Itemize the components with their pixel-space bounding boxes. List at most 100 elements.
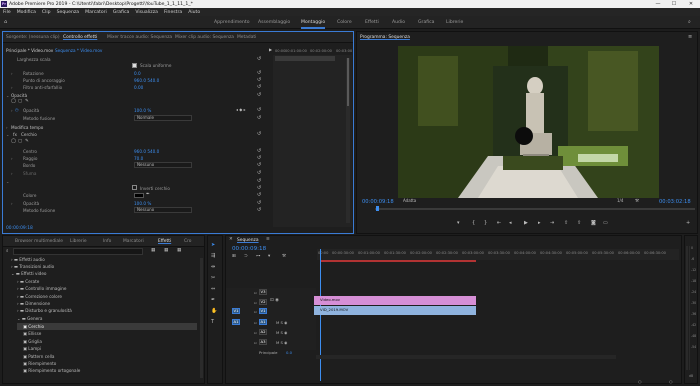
play-only-icon[interactable]: ▶	[269, 47, 272, 52]
list-item[interactable]: ▣ Riempimento	[23, 361, 56, 366]
work-area-bar[interactable]	[320, 260, 476, 262]
reset-icon[interactable]: ↺	[257, 84, 261, 90]
list-item[interactable]: ▣ Pattern cella	[23, 354, 54, 359]
stopwatch-icon[interactable]: ◷	[15, 107, 19, 112]
prop-centro-value[interactable]: 960.0 540.0	[134, 149, 159, 154]
reset-icon[interactable]: ↺	[257, 131, 261, 137]
32bit-effects-icon[interactable]: ▦	[164, 248, 168, 253]
play-icon[interactable]: ▶	[524, 220, 528, 226]
expand-opacity-row-icon[interactable]: ›	[11, 108, 13, 113]
effects-scrollbar[interactable]	[200, 258, 203, 378]
zoom-handle-icon[interactable]: ○	[638, 379, 642, 384]
reset-icon[interactable]: ↺	[257, 92, 261, 98]
list-item[interactable]: › ▬ Effetti audio	[11, 257, 45, 262]
program-playhead[interactable]	[376, 206, 379, 211]
effects-search-input[interactable]	[13, 248, 143, 255]
timeline-playhead[interactable]	[320, 249, 321, 381]
menu-clip[interactable]: Clip	[42, 10, 51, 15]
list-item[interactable]: › ▬ Disturbo e granulosità	[17, 308, 72, 313]
blend-mode-dropdown[interactable]: Normale	[134, 115, 192, 121]
eyedropper-icon[interactable]: ✒	[146, 192, 150, 197]
razor-tool-icon[interactable]: ✂	[211, 275, 215, 281]
list-item[interactable]: ⌄ ▬ Genera	[17, 316, 42, 321]
ellipse-mask-icon[interactable]: ◯	[11, 139, 16, 144]
reset-icon[interactable]: ↺	[257, 192, 261, 198]
list-item[interactable]: ▣ Riempimento ortogonale	[23, 368, 80, 373]
rect-mask-icon[interactable]: ▢	[18, 139, 22, 144]
prop-filtro-value[interactable]: 0.00	[134, 85, 143, 90]
tab-info[interactable]: Info	[103, 236, 111, 247]
reset-icon[interactable]: ↺	[257, 155, 261, 161]
reset-icon[interactable]: ↺	[257, 115, 261, 121]
rect-mask-icon[interactable]: ▢	[18, 99, 22, 104]
track-a2[interactable]: A2	[259, 329, 267, 335]
ec-scrollbar-thumb[interactable]	[347, 58, 349, 106]
yuv-effects-icon[interactable]: ▦	[177, 248, 181, 253]
close-tab-icon[interactable]: ✕	[229, 237, 233, 242]
expand-filter-icon[interactable]: ›	[11, 85, 13, 90]
extract-icon[interactable]: ⇪	[577, 220, 581, 226]
prop-opacita-value[interactable]: 100.0 %	[134, 108, 151, 113]
add-marker-icon[interactable]: ▾	[457, 220, 460, 226]
breadcrumb-master[interactable]: Principale * Video.mov	[6, 48, 53, 53]
panel-menu-icon[interactable]: ≡	[688, 34, 692, 40]
prop-ancoraggio-value[interactable]: 960.0 540.0	[134, 78, 159, 83]
clip-v1[interactable]: VID_2019.MOV	[314, 306, 476, 315]
close-button[interactable]: ✕	[683, 0, 699, 8]
add-button-icon[interactable]: +	[686, 220, 690, 226]
quality-dropdown[interactable]: 1/4	[615, 198, 629, 205]
workspace-assemblaggio[interactable]: Assemblaggio	[258, 16, 290, 29]
ec-footer-timecode[interactable]: 00:00:09:18	[6, 226, 33, 231]
tab-metadata[interactable]: Metadati	[237, 32, 256, 43]
timeline-timecode[interactable]: 00:00:09:18	[232, 246, 266, 252]
tab-effects[interactable]: Effetti	[158, 236, 171, 247]
mark-out-icon[interactable]: }	[484, 220, 487, 226]
go-to-in-icon[interactable]: ⇤	[497, 220, 501, 226]
slip-tool-icon[interactable]: ⇔	[211, 286, 215, 292]
export-frame-icon[interactable]: ◙	[591, 220, 596, 226]
track-lock-icon[interactable]: ▫	[254, 340, 257, 345]
menu-modifica[interactable]: Modifica	[17, 10, 36, 15]
reset-icon[interactable]: ↺	[257, 200, 261, 206]
zoom-handle-icon[interactable]: ○	[669, 379, 673, 384]
comparison-view-icon[interactable]: ▭	[603, 220, 608, 226]
track-lock-icon[interactable]: ▫	[254, 300, 257, 305]
menu-aiuto[interactable]: Aiuto	[188, 10, 200, 15]
minimize-button[interactable]: —	[650, 0, 666, 8]
menu-grafica[interactable]: Grafica	[113, 10, 130, 15]
list-item[interactable]: ▣ Cerchio	[23, 324, 44, 329]
keyframe-nav-icon[interactable]: ◂ ◆ ▸	[236, 107, 246, 112]
source-patch-a1[interactable]: A1	[232, 319, 240, 325]
fit-dropdown[interactable]: Adatta	[401, 198, 423, 205]
clip-v2[interactable]: Video.mov	[314, 296, 476, 305]
panel-menu-icon[interactable]: ≡	[266, 237, 270, 242]
workspace-grafica[interactable]: Grafica	[418, 16, 435, 29]
reset-icon[interactable]: ↺	[257, 107, 261, 113]
linked-selection-icon[interactable]: ⊶	[256, 254, 261, 259]
reset-icon[interactable]: ↺	[257, 56, 261, 62]
tab-libraries[interactable]: Librerie	[70, 236, 87, 247]
home-icon[interactable]: ⌂	[4, 19, 7, 25]
go-to-out-icon[interactable]: ⇥	[550, 220, 554, 226]
mute-solo-mic[interactable]: M S ◉	[276, 330, 287, 335]
list-item[interactable]: ▣ Lampi	[23, 346, 41, 351]
track-v2[interactable]: V2	[259, 299, 267, 305]
list-item[interactable]: › ▬ Transizioni audio	[11, 264, 54, 269]
workspace-colore[interactable]: Colore	[337, 16, 352, 29]
reset-icon[interactable]: ↺	[257, 162, 261, 168]
reset-icon[interactable]: ↺	[257, 178, 261, 184]
track-lock-icon[interactable]: ▫	[254, 330, 257, 335]
list-item[interactable]: › ▬ Cerate	[17, 279, 39, 284]
list-item[interactable]: ▣ Ellisse	[23, 331, 41, 336]
mute-solo-mic[interactable]: M S ◉	[276, 320, 287, 325]
ec-keyframe-area[interactable]	[273, 55, 352, 227]
reset-icon[interactable]: ↺	[257, 170, 261, 176]
expand-opacity-icon[interactable]: ⌄	[6, 93, 9, 98]
expand-blend-group-icon[interactable]: ⌄	[6, 179, 9, 184]
tab-program[interactable]: Programma: Sequenza	[360, 32, 410, 43]
color-swatch[interactable]	[134, 193, 144, 198]
reset-icon[interactable]: ↺	[257, 185, 261, 191]
track-lock-icon[interactable]: ▫	[254, 290, 257, 295]
menu-file[interactable]: File	[3, 10, 11, 15]
track-lock-icon[interactable]: ▫	[254, 309, 257, 314]
